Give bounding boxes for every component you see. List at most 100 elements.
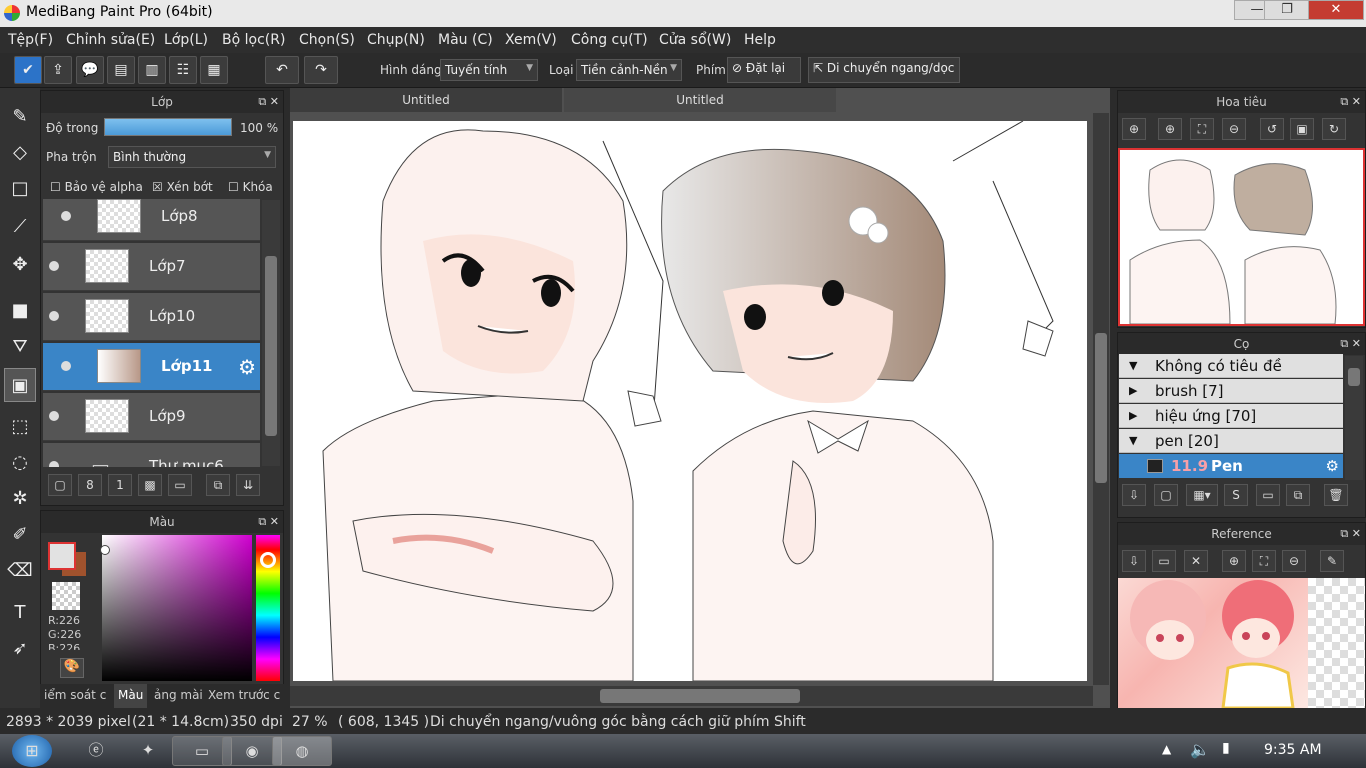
eye-icon[interactable] xyxy=(61,361,71,371)
brush-group-effect[interactable]: ▶ hiệu ứng [70] xyxy=(1119,404,1343,428)
lock-checkbox[interactable]: ☐ Khóa xyxy=(228,180,273,194)
eye-icon[interactable] xyxy=(61,211,71,221)
volume-icon[interactable]: 🔈 xyxy=(1190,740,1210,759)
fit-icon[interactable]: ⛶ xyxy=(1190,118,1214,140)
cloud-download-icon[interactable]: ⇩ xyxy=(1122,550,1146,572)
menu-layer[interactable]: Lớp(L) xyxy=(164,32,208,48)
tab-color[interactable]: Màu xyxy=(114,684,148,708)
network-icon[interactable]: ▮ xyxy=(1222,740,1230,756)
tab-control[interactable]: iểm soát c xyxy=(44,688,106,702)
brush-menu-icon[interactable]: ▦▾ xyxy=(1186,484,1218,506)
menu-file[interactable]: Tệp(F) xyxy=(8,32,53,48)
operation-tool-icon[interactable]: ➶ xyxy=(4,632,36,666)
close-icon[interactable]: ⧉ ✕ xyxy=(258,511,279,533)
line-tool-icon[interactable]: ⟋ xyxy=(4,210,36,244)
layer-row-selected[interactable]: Lớp11 ⚙ xyxy=(43,343,260,391)
saturation-value-picker[interactable] xyxy=(102,535,252,681)
menu-select[interactable]: Chọn(S) xyxy=(299,32,355,48)
opacity-slider[interactable] xyxy=(104,118,232,136)
duplicate-layer-icon[interactable]: ⧉ xyxy=(206,474,230,496)
canvas-vscroll-thumb[interactable] xyxy=(1095,333,1107,483)
lasso-tool-icon[interactable]: ◌ xyxy=(4,446,36,480)
new-brush-icon[interactable]: ▢ xyxy=(1154,484,1178,506)
clock[interactable]: 9:35 AM xyxy=(1264,742,1322,758)
layer-scrollbar[interactable] xyxy=(262,200,280,466)
close-icon[interactable]: ⧉ ✕ xyxy=(1340,91,1361,113)
page-icon[interactable]: ▥ xyxy=(138,56,166,84)
rectangle-tool-icon[interactable]: □ xyxy=(4,172,36,206)
eraser-tool-icon[interactable]: ◇ xyxy=(4,136,36,170)
eye-icon[interactable] xyxy=(49,411,59,421)
zoom-out-icon[interactable]: ⊖ xyxy=(1282,550,1306,572)
type-select[interactable]: Tiền cảnh-Nền ▼ xyxy=(576,59,682,81)
page-list-icon[interactable]: ☷ xyxy=(169,56,197,84)
blend-select[interactable]: Bình thường ▼ xyxy=(108,146,276,168)
layer-row[interactable]: Lớp10 xyxy=(43,293,260,341)
start-button-icon[interactable]: ⊞ xyxy=(12,735,52,767)
hue-handle[interactable] xyxy=(260,552,276,568)
menu-snap[interactable]: Chụp(N) xyxy=(367,32,425,48)
menu-window[interactable]: Cửa sổ(W) xyxy=(659,32,731,48)
ie-icon[interactable]: ⓔ xyxy=(66,736,126,766)
open-folder-icon[interactable]: ▭ xyxy=(1152,550,1176,572)
brush-scrollbar[interactable] xyxy=(1345,356,1363,480)
select-rect-tool-icon[interactable]: ⬚ xyxy=(4,410,36,444)
tab-untitled-2[interactable]: Untitled xyxy=(564,88,836,112)
foreground-color-swatch[interactable] xyxy=(48,542,76,570)
menu-filter[interactable]: Bộ lọc(R) xyxy=(222,32,285,48)
eye-icon[interactable] xyxy=(49,461,59,467)
layer-row[interactable]: Lớp7 xyxy=(43,243,260,291)
magic-wand-tool-icon[interactable]: ✲ xyxy=(4,482,36,516)
rotate-left-icon[interactable]: ↺ xyxy=(1260,118,1284,140)
close-icon[interactable]: ⧉ ✕ xyxy=(258,91,279,113)
maximize-button[interactable]: ❐ xyxy=(1264,0,1310,20)
brush-tool-icon[interactable]: ✎ xyxy=(4,100,36,134)
eye-icon[interactable] xyxy=(49,261,59,271)
close-button[interactable]: ✕ xyxy=(1308,0,1364,20)
menu-tools[interactable]: Công cụ(T) xyxy=(571,32,648,48)
brush-item-selected[interactable]: 11.9 Pen ⚙ xyxy=(1119,454,1343,478)
redo-icon[interactable]: ↷ xyxy=(304,56,338,84)
transparent-color-swatch[interactable] xyxy=(52,582,80,610)
eyedropper-icon[interactable]: ✎ xyxy=(1320,550,1344,572)
zoom-in-icon[interactable]: ⊕ xyxy=(1158,118,1182,140)
tab-preview[interactable]: Xem trước c xyxy=(208,688,280,702)
zoom-out-icon[interactable]: ⊖ xyxy=(1222,118,1246,140)
layer-row[interactable]: ▭ Thư mục6 xyxy=(43,443,260,467)
layer-row[interactable]: Lớp9 xyxy=(43,393,260,441)
brush-group-brush[interactable]: ▶ brush [7] xyxy=(1119,379,1343,403)
menu-edit[interactable]: Chỉnh sửa(E) xyxy=(66,32,155,48)
tab-untitled-1[interactable]: Untitled xyxy=(290,88,562,112)
brush-group-untitled[interactable]: ▼ Không có tiêu đề xyxy=(1119,354,1343,378)
undo-icon[interactable]: ↶ xyxy=(265,56,299,84)
close-icon[interactable]: ✕ xyxy=(1184,550,1208,572)
clipping-checkbox[interactable]: ☒ Xén bớt xyxy=(152,180,213,194)
layer-scroll-thumb[interactable] xyxy=(265,256,277,436)
reset-button[interactable]: ⊘ Đặt lại xyxy=(727,57,801,83)
game-icon[interactable]: ✦ xyxy=(118,736,178,766)
protect-alpha-checkbox[interactable]: ☐ Bảo vệ alpha xyxy=(50,180,143,194)
cloud-save-icon[interactable]: ✔ xyxy=(14,56,42,84)
select-eraser-tool-icon[interactable]: ⌫ xyxy=(4,554,36,588)
reset-view-icon[interactable]: ▣ xyxy=(1290,118,1314,140)
trash-icon[interactable]: 🗑 xyxy=(1324,484,1348,506)
duplicate-brush-icon[interactable]: ⧉ xyxy=(1286,484,1310,506)
layer-row[interactable]: Lớp8 xyxy=(43,199,260,241)
close-icon[interactable]: ⧉ ✕ xyxy=(1340,333,1361,355)
canvas-horizontal-scrollbar[interactable] xyxy=(290,686,1093,706)
new-8bit-layer-icon[interactable]: 8 xyxy=(78,474,102,496)
gradient-tool-icon[interactable]: ▣ xyxy=(4,368,36,402)
bucket-tool-icon[interactable]: ⛛ xyxy=(4,330,36,364)
gear-icon[interactable]: ⚙ xyxy=(238,355,256,379)
speech-bubble-icon[interactable]: 💬 xyxy=(76,56,104,84)
fit-icon[interactable]: ⛶ xyxy=(1252,550,1276,572)
menu-color[interactable]: Màu (C) xyxy=(438,32,493,48)
canvas-hscroll-thumb[interactable] xyxy=(600,689,800,703)
new-folder-icon[interactable]: ▭ xyxy=(168,474,192,496)
move-tool-icon[interactable]: ✥ xyxy=(4,248,36,282)
halftone-layer-icon[interactable]: ▩ xyxy=(138,474,162,496)
zoom-in-small-icon[interactable]: ⊕ xyxy=(1122,118,1146,140)
new-layer-icon[interactable]: ▢ xyxy=(48,474,72,496)
comment-icon[interactable]: ▤ xyxy=(107,56,135,84)
tray-arrow-icon[interactable]: ▲ xyxy=(1162,742,1171,756)
